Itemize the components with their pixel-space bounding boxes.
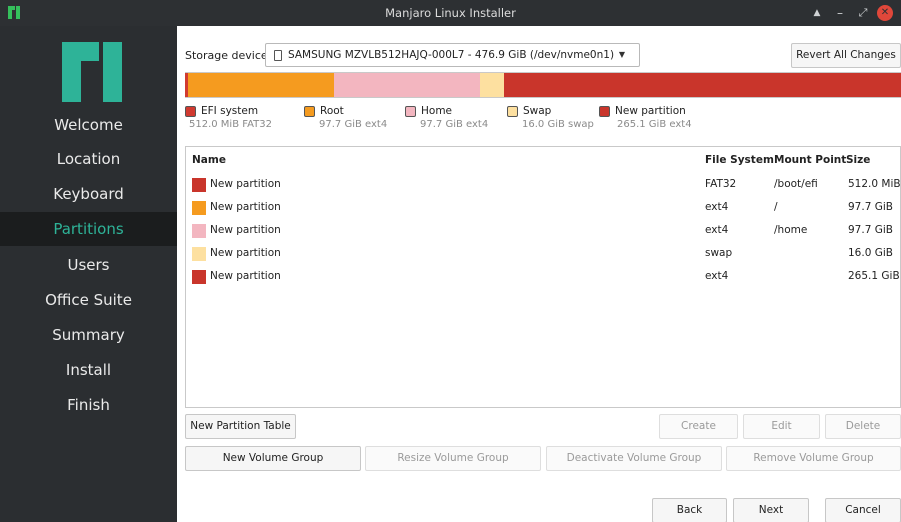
new-volume-group-button[interactable]: New Volume Group [185, 446, 361, 471]
disk-icon [274, 50, 282, 61]
partition-bar-segment [504, 73, 901, 97]
row-mount-point: /boot/efi [774, 178, 818, 190]
close-icon[interactable]: ✕ [877, 5, 893, 21]
legend-name-root: Root [320, 105, 344, 117]
column-header-mount-point[interactable]: Mount Point [774, 154, 846, 166]
deactivate-volume-group-button[interactable]: Deactivate Volume Group [546, 446, 722, 471]
next-button[interactable]: Next [733, 498, 809, 522]
partition-color-swatch [192, 178, 206, 192]
cancel-button[interactable]: Cancel [825, 498, 901, 522]
keep-above-icon[interactable]: ▲ [808, 4, 826, 22]
row-name: New partition [210, 201, 281, 213]
sidebar-item-summary: Summary [52, 326, 125, 344]
column-header-name[interactable]: Name [192, 154, 226, 166]
partition-bar-segment [480, 73, 505, 97]
title-bar: Manjaro Linux Installer ▲ – ⤢ ✕ [0, 0, 901, 26]
maximize-icon[interactable]: ⤢ [854, 4, 872, 22]
row-file-system: FAT32 [705, 178, 737, 190]
legend-swatch-root [304, 106, 315, 117]
sidebar-item-partitions: Partitions [0, 212, 177, 246]
window-title: Manjaro Linux Installer [385, 6, 516, 20]
column-header-size[interactable]: Size [846, 154, 870, 166]
legend-detail-new-partition: 265.1 GiB ext4 [617, 119, 692, 130]
main-panel: Storage device: SAMSUNG MZVLB512HAJQ-000… [177, 26, 901, 522]
partition-bar-segment [334, 73, 481, 97]
create-button[interactable]: Create [659, 414, 738, 439]
revert-all-changes-button[interactable]: Revert All Changes [791, 43, 901, 68]
table-row[interactable]: New partition ext4 265.1 GiB [186, 266, 900, 289]
table-row[interactable]: New partition ext4 / 97.7 GiB [186, 197, 900, 220]
remove-volume-group-button[interactable]: Remove Volume Group [726, 446, 901, 471]
table-row[interactable]: New partition ext4 /home 97.7 GiB [186, 220, 900, 243]
legend-detail-root: 97.7 GiB ext4 [319, 119, 388, 130]
row-size: 97.7 GiB [848, 201, 893, 213]
legend-detail-home: 97.7 GiB ext4 [420, 119, 489, 130]
legend-swatch-efi [185, 106, 196, 117]
partition-table: Name File System Mount Point Size New pa… [185, 146, 901, 408]
legend-swatch-swap [507, 106, 518, 117]
partition-color-swatch [192, 201, 206, 215]
chevron-down-icon: ▼ [618, 50, 625, 59]
sidebar: Welcome Location Keyboard Partitions Use… [0, 26, 177, 522]
column-header-file-system[interactable]: File System [705, 154, 774, 166]
sidebar-item-welcome: Welcome [54, 116, 123, 134]
legend-detail-swap: 16.0 GiB swap [522, 119, 594, 130]
storage-device-value: SAMSUNG MZVLB512HAJQ-000L7 - 476.9 GiB (… [288, 49, 615, 61]
row-file-system: swap [705, 247, 733, 259]
legend-name-efi: EFI system [201, 105, 259, 117]
row-name: New partition [210, 247, 281, 259]
row-size: 16.0 GiB [848, 247, 893, 259]
sidebar-item-install: Install [65, 361, 112, 379]
row-name: New partition [210, 178, 281, 190]
new-partition-table-button[interactable]: New Partition Table [185, 414, 296, 439]
legend-name-home: Home [421, 105, 453, 117]
edit-button[interactable]: Edit [743, 414, 820, 439]
row-file-system: ext4 [705, 201, 729, 213]
sidebar-item-users: Users [67, 256, 110, 274]
storage-device-select[interactable]: SAMSUNG MZVLB512HAJQ-000L7 - 476.9 GiB (… [265, 43, 640, 67]
legend-detail-efi: 512.0 MiB FAT32 [189, 119, 272, 130]
row-size: 512.0 MiB [848, 178, 901, 190]
manjaro-logo [62, 42, 122, 102]
row-file-system: ext4 [705, 270, 729, 282]
sidebar-item-keyboard: Keyboard [53, 185, 124, 203]
sidebar-item-finish: Finish [67, 396, 110, 414]
storage-device-label: Storage device: [185, 49, 272, 62]
row-name: New partition [210, 224, 281, 236]
partition-bar [185, 72, 901, 98]
row-size: 265.1 GiB [848, 270, 900, 282]
legend-name-swap: Swap [523, 105, 552, 117]
resize-volume-group-button[interactable]: Resize Volume Group [365, 446, 541, 471]
row-mount-point: /home [774, 224, 808, 236]
partition-color-swatch [192, 224, 206, 238]
sidebar-item-location: Location [56, 150, 121, 168]
partition-color-swatch [192, 270, 206, 284]
delete-button[interactable]: Delete [825, 414, 901, 439]
row-file-system: ext4 [705, 224, 729, 236]
legend-swatch-home [405, 106, 416, 117]
table-row[interactable]: New partition FAT32 /boot/efi 512.0 MiB [186, 174, 901, 197]
row-mount-point: / [774, 201, 778, 213]
legend-swatch-new-partition [599, 106, 610, 117]
partition-bar-segment [187, 73, 335, 97]
partition-color-swatch [192, 247, 206, 261]
sidebar-item-office-suite: Office Suite [45, 291, 132, 309]
row-size: 97.7 GiB [848, 224, 893, 236]
table-row[interactable]: New partition swap 16.0 GiB [186, 243, 900, 266]
row-name: New partition [210, 270, 281, 282]
back-button[interactable]: Back [652, 498, 727, 522]
minimize-icon[interactable]: – [831, 4, 849, 22]
legend-name-new-partition: New partition [615, 105, 686, 117]
